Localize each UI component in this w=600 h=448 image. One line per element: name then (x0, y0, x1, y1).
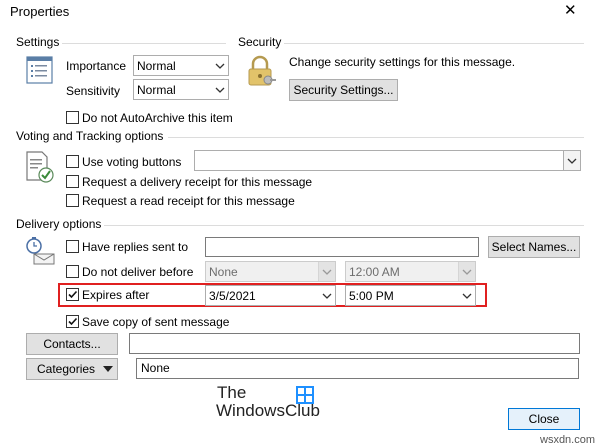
settings-divider (62, 43, 226, 44)
categories-button-label: Categories (37, 362, 96, 376)
read-receipt-checkbox[interactable] (66, 194, 79, 207)
chevron-down-icon (322, 293, 332, 299)
categories-input: None (136, 358, 579, 379)
sensitivity-select[interactable]: Normal (133, 79, 229, 100)
chevron-down-icon (458, 262, 475, 281)
sensitivity-label: Sensitivity (66, 84, 121, 98)
save-copy-label: Save copy of sent message (82, 315, 230, 329)
voting-divider (168, 137, 584, 138)
do-not-deliver-date-value: None (209, 265, 238, 279)
save-copy-checkbox[interactable] (66, 315, 79, 328)
close-button[interactable]: Close (508, 408, 580, 430)
expires-after-label: Expires after (82, 288, 150, 302)
categories-value: None (141, 361, 170, 375)
lock-key-icon (248, 55, 276, 86)
replies-to-input[interactable] (205, 237, 479, 257)
importance-select[interactable]: Normal (133, 55, 229, 76)
select-names-button[interactable]: Select Names... (488, 236, 580, 258)
expires-time-select[interactable]: 5:00 PM (345, 285, 476, 306)
expires-date-select[interactable]: 3/5/2021 (205, 285, 336, 306)
expires-date-value: 3/5/2021 (209, 289, 256, 303)
have-replies-checkbox[interactable] (66, 240, 79, 253)
do-not-deliver-date-select[interactable]: None (205, 261, 336, 282)
categories-button[interactable]: Categories (26, 358, 118, 380)
expires-after-checkbox[interactable] (66, 288, 79, 301)
do-not-deliver-checkbox[interactable] (66, 265, 79, 278)
expires-time-value: 5:00 PM (349, 289, 394, 303)
security-header: Security (238, 35, 282, 49)
autoarchive-checkbox[interactable] (66, 111, 79, 124)
window-title: Properties (10, 4, 70, 19)
do-not-deliver-label: Do not deliver before (82, 265, 194, 279)
importance-label: Importance (66, 59, 127, 73)
have-replies-label: Have replies sent to (82, 240, 189, 254)
contacts-button[interactable]: Contacts... (26, 333, 118, 355)
do-not-deliver-time-value: 12:00 AM (349, 265, 400, 279)
voting-header: Voting and Tracking options (16, 129, 164, 143)
importance-value: Normal (137, 59, 176, 73)
site-watermark: wsxdn.com (540, 434, 596, 446)
triangle-down-icon (103, 366, 113, 372)
security-settings-button[interactable]: Security Settings... (289, 79, 398, 101)
use-voting-checkbox[interactable] (66, 155, 79, 168)
autoarchive-label: Do not AutoArchive this item (82, 111, 233, 125)
checkmark-icon (68, 317, 78, 326)
chevron-down-icon (563, 151, 580, 170)
security-divider (284, 43, 584, 44)
delivery-receipt-checkbox[interactable] (66, 175, 79, 188)
chevron-down-icon (462, 293, 472, 299)
security-description: Change security settings for this messag… (289, 55, 516, 69)
watermark-line2: WindowsClub (216, 401, 320, 420)
sensitivity-value: Normal (137, 83, 176, 97)
settings-header: Settings (16, 35, 60, 49)
settings-list-icon (26, 56, 53, 84)
delivery-header: Delivery options (16, 217, 102, 231)
voting-buttons-select[interactable] (194, 150, 581, 171)
delivery-receipt-label: Request a delivery receipt for this mess… (82, 175, 313, 189)
contacts-input[interactable] (129, 333, 580, 354)
delivery-divider (104, 225, 584, 226)
chevron-down-icon (215, 87, 225, 93)
watermark-line1: The (217, 383, 247, 402)
use-voting-label: Use voting buttons (82, 155, 182, 169)
close-window-icon[interactable]: ✕ (564, 3, 577, 19)
delivery-options-icon (26, 237, 55, 265)
chevron-down-icon (215, 63, 225, 69)
checkmark-icon (68, 290, 78, 299)
voting-tracking-icon (26, 151, 54, 183)
chevron-down-icon (318, 262, 335, 281)
do-not-deliver-time-select[interactable]: 12:00 AM (345, 261, 476, 282)
read-receipt-label: Request a read receipt for this message (82, 194, 295, 208)
